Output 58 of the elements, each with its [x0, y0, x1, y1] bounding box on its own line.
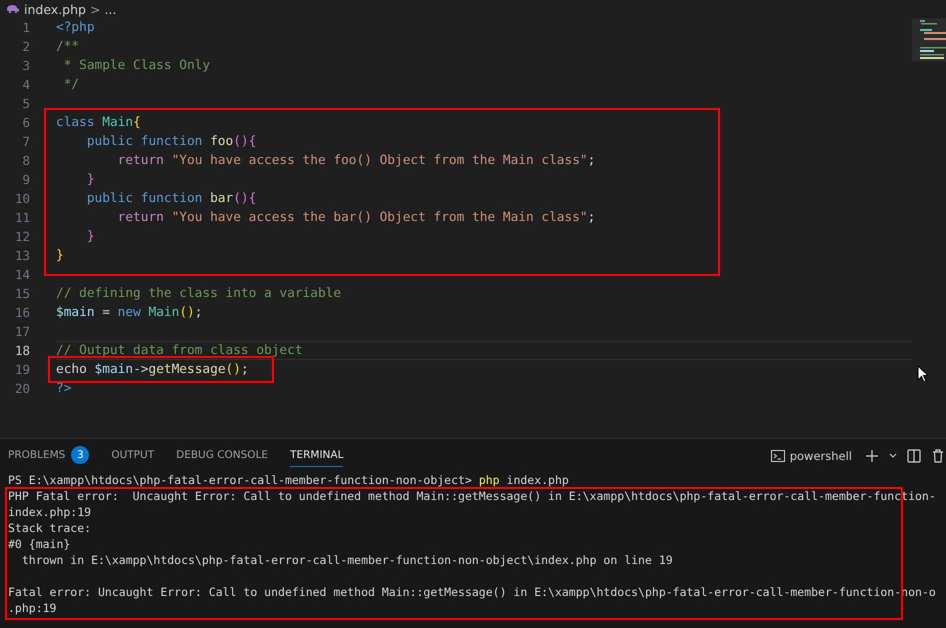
line-number: 9: [21, 172, 30, 187]
line-number: 5: [21, 96, 30, 111]
code-line: // Output data from class object: [56, 343, 303, 358]
panel-tab[interactable]: PROBLEMS 3: [8, 441, 90, 470]
breadcrumb-more[interactable]: ...: [104, 2, 116, 16]
terminal-line: thrown in E:\xampp\htdocs\php-fatal-error-call-member-function-non-object\index.php on line 19: [20, 553, 673, 567]
panel-tab[interactable]: TERMINAL: [290, 444, 344, 467]
code-line: class Main{: [56, 115, 141, 130]
code-line: */: [62, 77, 80, 92]
line-number: 11: [14, 210, 30, 225]
line-number: 3: [21, 58, 30, 73]
breadcrumb-file[interactable]: index.php: [24, 2, 86, 16]
line-number: 14: [14, 267, 30, 282]
elephant-icon: [6, 4, 20, 14]
code-line: public function foo(){: [86, 134, 256, 149]
line-number: 17: [14, 324, 30, 339]
code-line: }: [86, 172, 95, 187]
mouse-cursor-icon: [917, 365, 929, 383]
terminal-icon: [770, 448, 786, 464]
trash-icon[interactable]: [930, 448, 946, 464]
code-line: return "You have access the foo() Object from the Main class";: [116, 153, 596, 168]
code-line: // defining the class into a variable: [56, 286, 342, 301]
panel-tab[interactable]: DEBUG CONSOLE: [176, 444, 268, 467]
line-number: 10: [14, 191, 30, 206]
terminal-shell-button[interactable]: powershell: [766, 448, 856, 464]
line-number: 6: [21, 115, 30, 130]
code-line: return "You have access the bar() Object from the Main class";: [116, 210, 596, 225]
line-number: 16: [14, 305, 30, 320]
count-badge: 3: [71, 446, 90, 464]
code-line: <?php: [56, 20, 95, 35]
breadcrumb-separator: >: [90, 2, 100, 16]
terminal-line: .php:19: [8, 601, 56, 615]
code-line: * Sample Class Only: [62, 58, 210, 73]
line-number: 7: [21, 134, 30, 149]
line-number: 15: [14, 286, 30, 301]
split-icon[interactable]: [906, 448, 922, 464]
line-number: 13: [14, 248, 30, 263]
terminal-line: PS E:\xampp\htdocs\php-fatal-error-call-member-function-non-object> php index.php: [8, 473, 569, 487]
line-number: 20: [14, 381, 30, 396]
terminal-line: #0 {main}: [8, 537, 70, 551]
code-line: $main = new Main();: [56, 305, 202, 320]
terminal-line: Stack trace:: [8, 521, 92, 535]
code-line: echo $main->getMessage();: [56, 362, 249, 377]
line-number: 12: [14, 229, 30, 244]
code-line: public function bar(){: [86, 191, 256, 206]
code-line: }: [86, 229, 95, 244]
line-number: 4: [21, 77, 30, 92]
line-number: 18: [14, 343, 30, 358]
code-line: /**: [56, 39, 80, 54]
line-number: 2: [21, 39, 30, 54]
code-line: }: [56, 248, 64, 263]
line-number: 1: [21, 20, 30, 35]
plus-icon[interactable]: [864, 448, 880, 464]
terminal-line: index.php:19: [8, 505, 92, 519]
line-number: 19: [14, 362, 30, 377]
panel-tab[interactable]: OUTPUT: [111, 444, 154, 467]
code-line: ?>: [56, 381, 72, 396]
line-number: 8: [21, 153, 30, 168]
